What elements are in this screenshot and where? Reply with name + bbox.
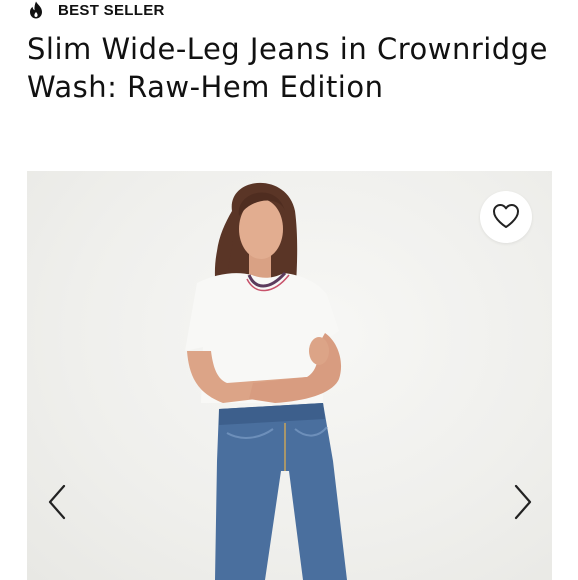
heart-icon — [492, 203, 520, 232]
next-image-button[interactable] — [505, 481, 541, 525]
previous-image-button[interactable] — [39, 481, 75, 525]
best-seller-badge: BEST SELLER — [28, 0, 165, 20]
chevron-right-icon — [512, 484, 534, 523]
product-title: Slim Wide-Leg Jeans in Crownridge Wash: … — [27, 32, 548, 104]
product-image-gallery[interactable] — [27, 171, 552, 580]
product-photo — [185, 182, 347, 580]
chevron-left-icon — [46, 484, 68, 523]
favorite-button[interactable] — [480, 191, 532, 243]
badge-label: BEST SELLER — [58, 1, 165, 19]
flame-icon — [28, 1, 44, 19]
